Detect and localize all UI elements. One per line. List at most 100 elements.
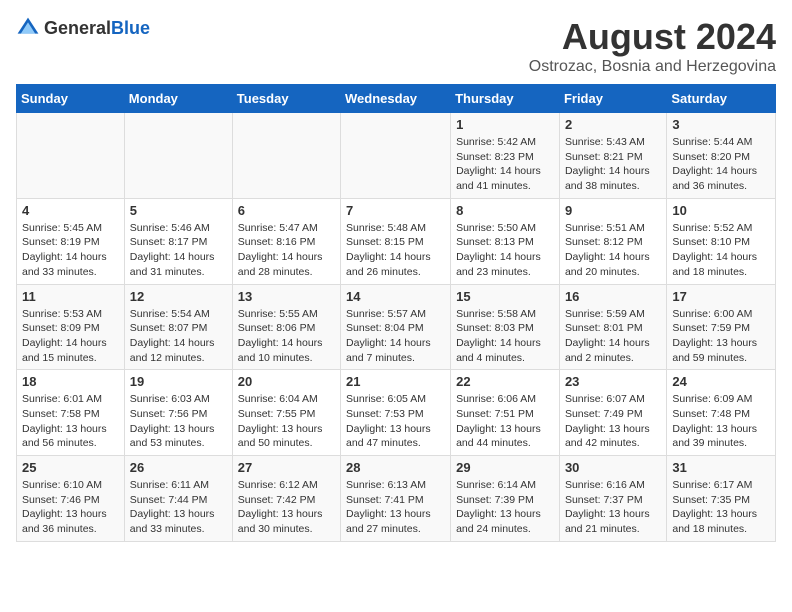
week-row-4: 18Sunrise: 6:01 AM Sunset: 7:58 PM Dayli… <box>17 370 776 456</box>
day-number: 18 <box>22 374 119 389</box>
day-cell: 24 Sunrise: 6:09 AM Sunset: 7:48 PM Dayli… <box>667 370 776 456</box>
day-number: 20 <box>238 374 335 389</box>
day-number: 14 <box>346 289 445 304</box>
day-number: 4 <box>22 203 119 218</box>
day-info: Sunrise: 5:59 AM Sunset: 8:01 PM Dayligh… <box>565 307 661 366</box>
logo-icon <box>16 16 40 40</box>
day-cell: 28 Sunrise: 6:13 AM Sunset: 7:41 PM Dayli… <box>341 456 451 542</box>
day-info: Sunrise: 6:03 AM Sunset: 7:56 PM Dayligh… <box>130 392 227 451</box>
day-cell: 2 Sunrise: 5:43 AM Sunset: 8:21 PM Daylig… <box>559 113 666 199</box>
day-cell: 16Sunrise: 5:59 AM Sunset: 8:01 PM Dayli… <box>559 284 666 370</box>
day-info: Sunrise: 6:04 AM Sunset: 7:55 PM Dayligh… <box>238 392 335 451</box>
day-cell: 29 Sunrise: 6:14 AM Sunset: 7:39 PM Dayli… <box>451 456 560 542</box>
day-cell: 25Sunrise: 6:10 AM Sunset: 7:46 PM Dayli… <box>17 456 125 542</box>
day-cell: 4Sunrise: 5:45 AM Sunset: 8:19 PM Daylig… <box>17 198 125 284</box>
day-info: Sunrise: 5:58 AM Sunset: 8:03 PM Dayligh… <box>456 307 554 366</box>
calendar-table: SundayMondayTuesdayWednesdayThursdayFrid… <box>16 84 776 542</box>
day-info: Sunrise: 6:12 AM Sunset: 7:42 PM Dayligh… <box>238 478 335 537</box>
day-info: Sunrise: 6:06 AM Sunset: 7:51 PM Dayligh… <box>456 392 554 451</box>
day-cell: 6Sunrise: 5:47 AM Sunset: 8:16 PM Daylig… <box>232 198 340 284</box>
day-info: Sunrise: 6:09 AM Sunset: 7:48 PM Dayligh… <box>672 392 770 451</box>
day-info: Sunrise: 5:44 AM Sunset: 8:20 PM Dayligh… <box>672 135 770 194</box>
day-number: 1 <box>456 117 554 132</box>
day-number: 26 <box>130 460 227 475</box>
day-number: 30 <box>565 460 661 475</box>
day-cell: 30 Sunrise: 6:16 AM Sunset: 7:37 PM Dayli… <box>559 456 666 542</box>
day-number: 22 <box>456 374 554 389</box>
day-info: Sunrise: 6:17 AM Sunset: 7:35 PM Dayligh… <box>672 478 770 537</box>
day-number: 15 <box>456 289 554 304</box>
day-cell: 15 Sunrise: 5:58 AM Sunset: 8:03 PM Dayli… <box>451 284 560 370</box>
day-cell: 5 Sunrise: 5:46 AM Sunset: 8:17 PM Daylig… <box>124 198 232 284</box>
day-number: 5 <box>130 203 227 218</box>
day-number: 11 <box>22 289 119 304</box>
day-number: 28 <box>346 460 445 475</box>
day-cell: 3 Sunrise: 5:44 AM Sunset: 8:20 PM Daylig… <box>667 113 776 199</box>
day-info: Sunrise: 6:13 AM Sunset: 7:41 PM Dayligh… <box>346 478 445 537</box>
day-info: Sunrise: 5:57 AM Sunset: 8:04 PM Dayligh… <box>346 307 445 366</box>
day-cell: 12 Sunrise: 5:54 AM Sunset: 8:07 PM Dayli… <box>124 284 232 370</box>
day-cell: 31Sunrise: 6:17 AM Sunset: 7:35 PM Dayli… <box>667 456 776 542</box>
day-info: Sunrise: 5:50 AM Sunset: 8:13 PM Dayligh… <box>456 221 554 280</box>
month-year-title: August 2024 <box>529 16 776 58</box>
day-cell: 20 Sunrise: 6:04 AM Sunset: 7:55 PM Dayli… <box>232 370 340 456</box>
page-header: GeneralBlue August 2024 Ostrozac, Bosnia… <box>16 16 776 76</box>
day-cell: 17Sunrise: 6:00 AM Sunset: 7:59 PM Dayli… <box>667 284 776 370</box>
day-cell: 23Sunrise: 6:07 AM Sunset: 7:49 PM Dayli… <box>559 370 666 456</box>
logo-general-text: General <box>44 18 111 38</box>
day-info: Sunrise: 5:46 AM Sunset: 8:17 PM Dayligh… <box>130 221 227 280</box>
day-info: Sunrise: 5:43 AM Sunset: 8:21 PM Dayligh… <box>565 135 661 194</box>
week-row-3: 11 Sunrise: 5:53 AM Sunset: 8:09 PM Dayli… <box>17 284 776 370</box>
day-cell: 10Sunrise: 5:52 AM Sunset: 8:10 PM Dayli… <box>667 198 776 284</box>
day-cell: 8 Sunrise: 5:50 AM Sunset: 8:13 PM Daylig… <box>451 198 560 284</box>
weekday-header-monday: Monday <box>124 85 232 113</box>
weekday-header-wednesday: Wednesday <box>341 85 451 113</box>
day-number: 8 <box>456 203 554 218</box>
day-info: Sunrise: 6:10 AM Sunset: 7:46 PM Dayligh… <box>22 478 119 537</box>
day-number: 12 <box>130 289 227 304</box>
day-cell: 9 Sunrise: 5:51 AM Sunset: 8:12 PM Daylig… <box>559 198 666 284</box>
weekday-header-row: SundayMondayTuesdayWednesdayThursdayFrid… <box>17 85 776 113</box>
day-info: Sunrise: 5:53 AM Sunset: 8:09 PM Dayligh… <box>22 307 119 366</box>
logo-blue-text: Blue <box>111 18 150 38</box>
day-number: 29 <box>456 460 554 475</box>
day-number: 10 <box>672 203 770 218</box>
day-cell: 19 Sunrise: 6:03 AM Sunset: 7:56 PM Dayli… <box>124 370 232 456</box>
day-info: Sunrise: 5:54 AM Sunset: 8:07 PM Dayligh… <box>130 307 227 366</box>
weekday-header-sunday: Sunday <box>17 85 125 113</box>
day-info: Sunrise: 5:42 AM Sunset: 8:23 PM Dayligh… <box>456 135 554 194</box>
day-info: Sunrise: 6:00 AM Sunset: 7:59 PM Dayligh… <box>672 307 770 366</box>
day-number: 23 <box>565 374 661 389</box>
week-row-1: 1 Sunrise: 5:42 AM Sunset: 8:23 PM Daylig… <box>17 113 776 199</box>
day-cell: 27 Sunrise: 6:12 AM Sunset: 7:42 PM Dayli… <box>232 456 340 542</box>
day-cell: 13 Sunrise: 5:55 AM Sunset: 8:06 PM Dayli… <box>232 284 340 370</box>
day-number: 7 <box>346 203 445 218</box>
weekday-header-tuesday: Tuesday <box>232 85 340 113</box>
day-number: 27 <box>238 460 335 475</box>
day-info: Sunrise: 6:16 AM Sunset: 7:37 PM Dayligh… <box>565 478 661 537</box>
day-info: Sunrise: 6:14 AM Sunset: 7:39 PM Dayligh… <box>456 478 554 537</box>
week-row-2: 4Sunrise: 5:45 AM Sunset: 8:19 PM Daylig… <box>17 198 776 284</box>
day-cell: 7 Sunrise: 5:48 AM Sunset: 8:15 PM Daylig… <box>341 198 451 284</box>
day-number: 13 <box>238 289 335 304</box>
day-cell <box>341 113 451 199</box>
day-info: Sunrise: 5:48 AM Sunset: 8:15 PM Dayligh… <box>346 221 445 280</box>
weekday-header-thursday: Thursday <box>451 85 560 113</box>
day-cell: 18Sunrise: 6:01 AM Sunset: 7:58 PM Dayli… <box>17 370 125 456</box>
day-cell: 22 Sunrise: 6:06 AM Sunset: 7:51 PM Dayli… <box>451 370 560 456</box>
week-row-5: 25Sunrise: 6:10 AM Sunset: 7:46 PM Dayli… <box>17 456 776 542</box>
day-number: 3 <box>672 117 770 132</box>
day-info: Sunrise: 6:11 AM Sunset: 7:44 PM Dayligh… <box>130 478 227 537</box>
day-info: Sunrise: 5:47 AM Sunset: 8:16 PM Dayligh… <box>238 221 335 280</box>
day-cell: 11 Sunrise: 5:53 AM Sunset: 8:09 PM Dayli… <box>17 284 125 370</box>
day-info: Sunrise: 5:55 AM Sunset: 8:06 PM Dayligh… <box>238 307 335 366</box>
day-cell: 21Sunrise: 6:05 AM Sunset: 7:53 PM Dayli… <box>341 370 451 456</box>
day-info: Sunrise: 5:51 AM Sunset: 8:12 PM Dayligh… <box>565 221 661 280</box>
day-cell <box>17 113 125 199</box>
day-number: 24 <box>672 374 770 389</box>
day-number: 2 <box>565 117 661 132</box>
location-subtitle: Ostrozac, Bosnia and Herzegovina <box>529 58 776 76</box>
day-number: 19 <box>130 374 227 389</box>
weekday-header-saturday: Saturday <box>667 85 776 113</box>
day-number: 9 <box>565 203 661 218</box>
